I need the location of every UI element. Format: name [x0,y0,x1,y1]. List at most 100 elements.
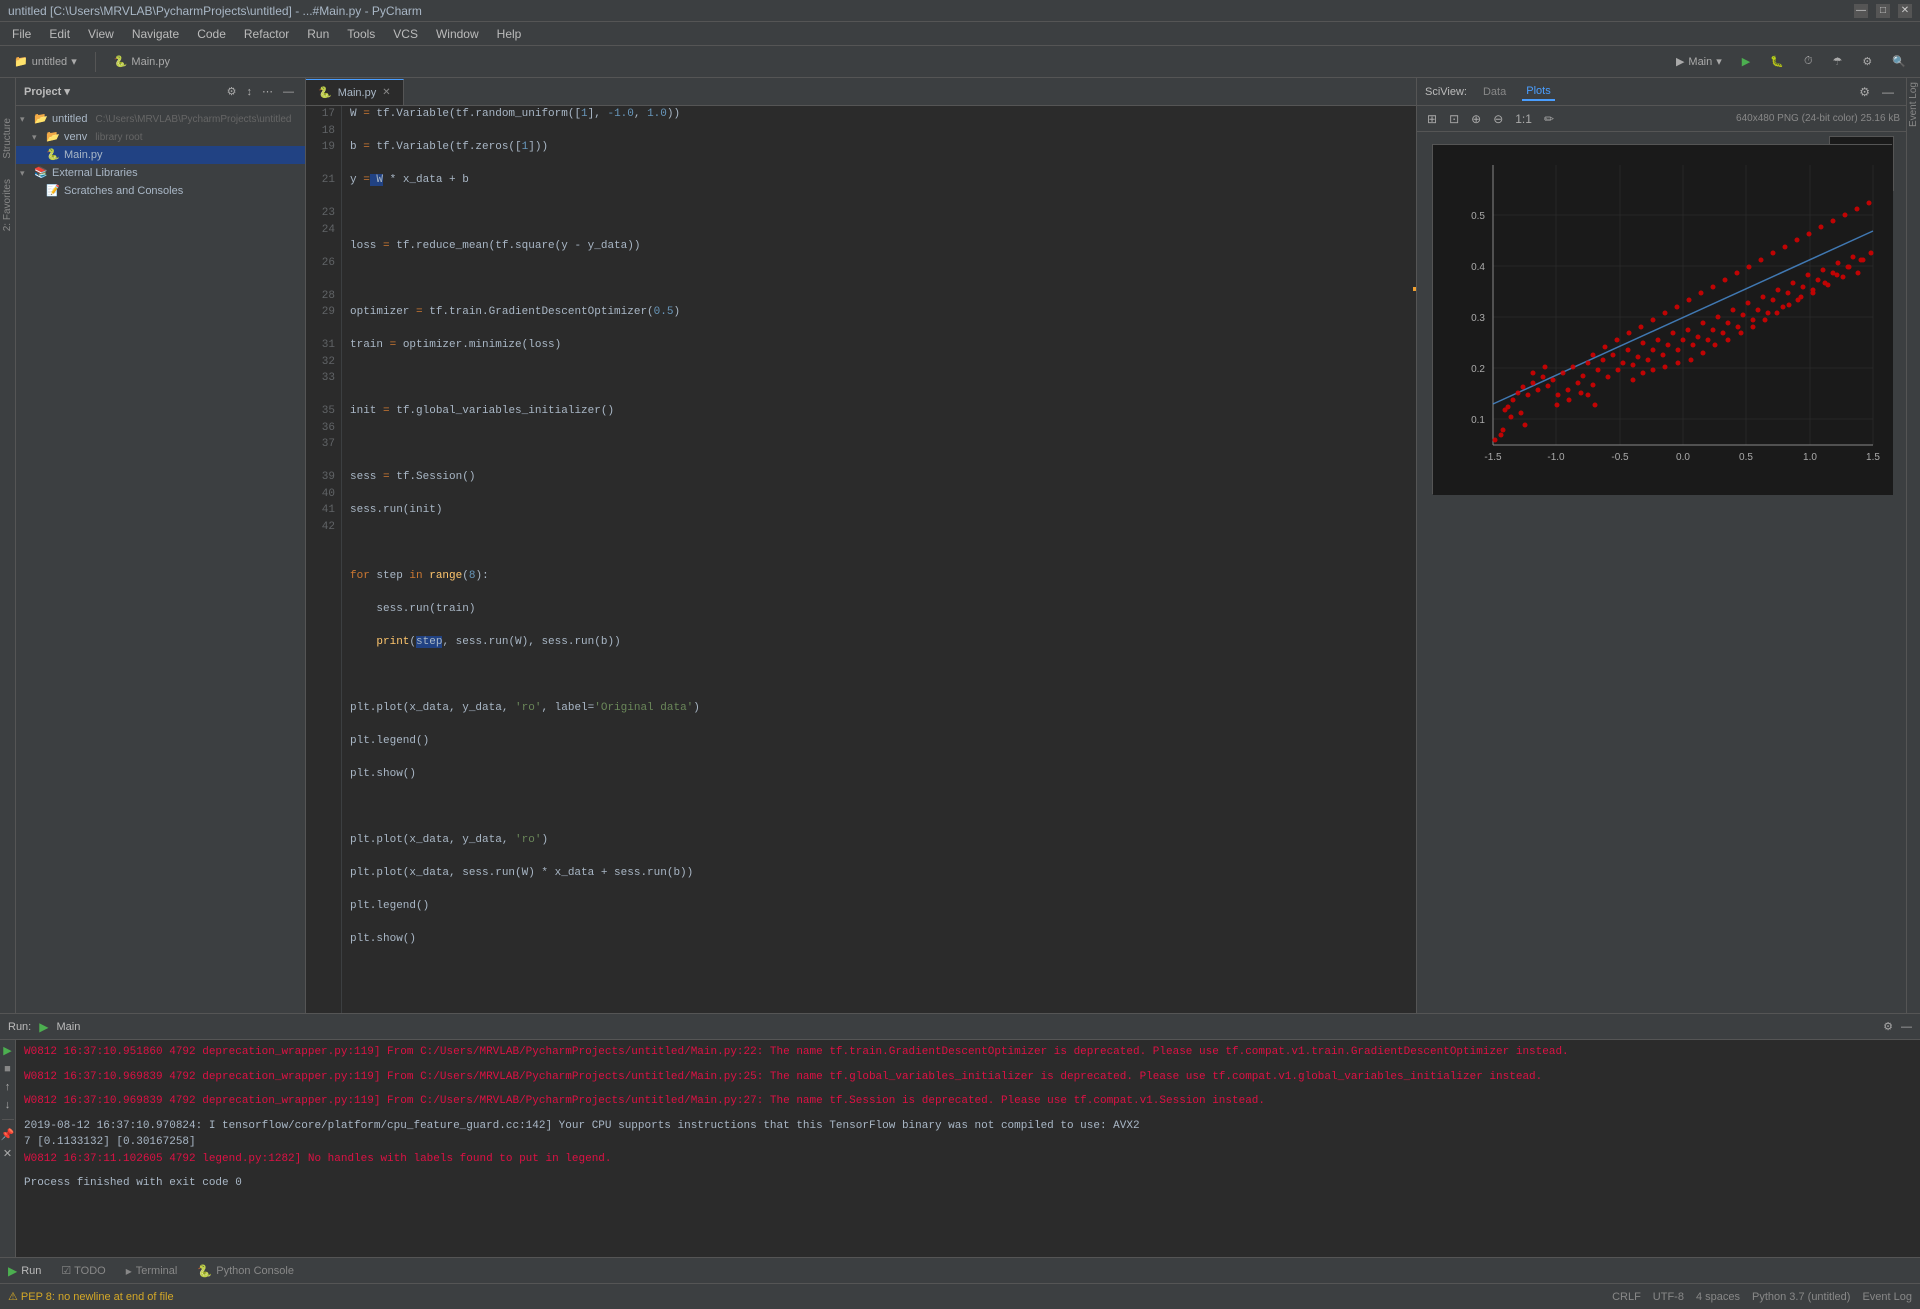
bottom-tab-terminal[interactable]: ▸ Terminal [126,1264,178,1278]
menu-run[interactable]: Run [299,25,337,43]
grid-icon[interactable]: ⊞ [1423,110,1441,128]
structure-label[interactable]: Structure [2,118,13,159]
menu-window[interactable]: Window [428,25,487,43]
sciview-settings-icon[interactable]: ⚙ [1855,83,1874,101]
tree-arrow-venv: ▾ [32,132,42,143]
debug-button[interactable]: 🐛 [1764,53,1790,70]
tab-data[interactable]: Data [1479,84,1510,100]
stop-button[interactable]: ■ [4,1063,11,1075]
project-sort-icon[interactable]: ↕ [244,84,256,99]
menu-vcs[interactable]: VCS [385,25,426,43]
menu-file[interactable]: File [4,25,39,43]
toolbar-project-dropdown[interactable]: 📁 untitled ▾ [8,53,83,70]
editor-tabs: 🐍 Main.py ✕ [306,78,1416,106]
profile-button[interactable]: ⏱ [1798,53,1819,70]
menu-edit[interactable]: Edit [41,25,78,43]
toolbar-file-label[interactable]: 🐍 Main.py [108,53,176,70]
menu-refactor[interactable]: Refactor [236,25,297,43]
close-button[interactable]: ✕ [1898,4,1912,18]
minimize-button[interactable]: — [1854,4,1868,18]
event-log-status[interactable]: Event Log [1862,1291,1912,1303]
zoom-in-icon[interactable]: ⊕ [1467,110,1485,128]
run-config-selector[interactable]: ▶ Main ▾ [1670,53,1728,70]
line-num: 26 [312,255,335,272]
run-config-icon: ▶ [39,1020,48,1034]
bottom-tab-run[interactable]: ▶ Run [8,1264,41,1278]
line-num: 36 [312,420,335,437]
code-editor[interactable]: 17 18 19 21 23 24 26 28 29 31 32 [306,106,1416,1013]
project-icon: 📁 [14,55,28,68]
settings-button[interactable]: ⚙ [1856,53,1878,70]
code-content[interactable]: W = tf.Variable(tf.random_uniform([1], -… [342,106,1416,1013]
event-log-label[interactable]: Event Log [1908,82,1919,127]
separator [2,1119,14,1120]
svg-text:-1.0: -1.0 [1547,452,1565,463]
bottom-tab-todo[interactable]: ☑ TODO [61,1264,105,1277]
tab-plots[interactable]: Plots [1522,83,1554,101]
menu-view[interactable]: View [80,25,122,43]
run-line-info1: 2019-08-12 16:37:10.970824: I tensorflow… [24,1118,1912,1135]
tree-item-mainpy[interactable]: 🐍 Main.py [16,146,305,164]
python-tab-icon: 🐍 [318,86,332,99]
tree-item-external[interactable]: ▾ 📚 External Libraries [16,164,305,182]
tab-close-icon[interactable]: ✕ [382,87,390,98]
status-bar: ⚠ PEP 8: no newline at end of file CRLF … [0,1283,1920,1309]
menu-navigate[interactable]: Navigate [124,25,187,43]
line-num: 39 [312,469,335,486]
favorites-label[interactable]: 2: Favorites [2,179,13,231]
tree-item-venv[interactable]: ▾ 📂 venv library root [16,128,305,146]
svg-text:0.4: 0.4 [1471,262,1485,273]
menu-help[interactable]: Help [489,25,530,43]
right-icons: Event Log [1906,78,1920,1013]
close-run-icon[interactable]: ✕ [3,1147,12,1160]
python-version: Python 3.7 (untitled) [1752,1291,1850,1303]
run-line-warning4: W0812 16:37:11.102605 4792 legend.py:128… [24,1151,1912,1168]
run-button[interactable]: ▶ [1736,53,1756,70]
svg-text:0.5: 0.5 [1471,211,1485,222]
scratches-icon: 📝 [46,184,60,198]
indent: 4 spaces [1696,1291,1740,1303]
plot-info: 640x480 PNG (24-bit color) 25.16 kB [1736,113,1900,124]
zoom-out-icon[interactable]: ⊖ [1489,110,1507,128]
maximize-button[interactable]: □ [1876,4,1890,18]
menu-code[interactable]: Code [189,25,234,43]
run-body: ▶ ■ ↑ ↓ 📌 ✕ W0812 16:37:10.951860 4792 d… [0,1040,1920,1257]
search-everywhere-button[interactable]: 🔍 [1886,53,1912,70]
svg-text:-0.5: -0.5 [1611,452,1629,463]
coverage-button[interactable]: ☂ [1827,53,1849,70]
tree-arrow: ▾ [20,114,30,125]
rerun-button[interactable]: ▶ [3,1044,11,1057]
tree-item-scratches[interactable]: 📝 Scratches and Consoles [16,182,305,200]
menu-tools[interactable]: Tools [339,25,383,43]
pin-icon[interactable]: 📌 [1,1128,15,1141]
line-num: 37 [312,436,335,453]
project-gear-icon[interactable]: ⚙ [224,84,240,99]
actual-size-icon[interactable]: 1:1 [1511,110,1536,128]
line-num [312,238,335,255]
run-header: Run: ▶ Main ⚙ — [0,1014,1920,1040]
editor-and-sciview: 🐍 Main.py ✕ 17 18 19 21 23 24 26 [306,78,1906,1013]
fit-icon[interactable]: ⊡ [1445,110,1463,128]
run-config-label: Main [1688,56,1712,68]
sciview-content: -1.5 -1.0 -0.5 0.0 0.5 1.0 1.5 0.1 0.2 0… [1417,132,1906,1013]
pen-icon[interactable]: ✏ [1540,110,1558,128]
sciview-minimize-icon[interactable]: — [1878,83,1898,101]
line-num: 31 [312,337,335,354]
project-minimize-icon[interactable]: — [280,84,297,99]
run-settings-icon[interactable]: ⚙ [1883,1020,1893,1033]
line-num [312,321,335,338]
scroll-down-icon[interactable]: ↓ [5,1099,11,1111]
run-minimize-icon[interactable]: — [1901,1021,1912,1033]
project-settings-icon[interactable]: ⋯ [259,84,276,99]
line-num: 18 [312,123,335,140]
left-panel-icons: Structure 2: Favorites [0,78,16,1013]
line-num [312,387,335,404]
scroll-up-icon[interactable]: ↑ [5,1081,11,1093]
line-num: 29 [312,304,335,321]
sciview-panel: SciView: Data Plots ⚙ — ⊞ ⊡ ⊕ ⊖ 1:1 ✏ 64… [1416,78,1906,1013]
tree-arrow-external: ▾ [20,168,30,179]
editor-tab-mainpy[interactable]: 🐍 Main.py ✕ [306,79,404,105]
run-console[interactable]: W0812 16:37:10.951860 4792 deprecation_w… [16,1040,1920,1257]
bottom-tab-python-console[interactable]: 🐍 Python Console [197,1264,294,1278]
tree-item-untitled[interactable]: ▾ 📂 untitled C:\Users\MRVLAB\PycharmProj… [16,110,305,128]
